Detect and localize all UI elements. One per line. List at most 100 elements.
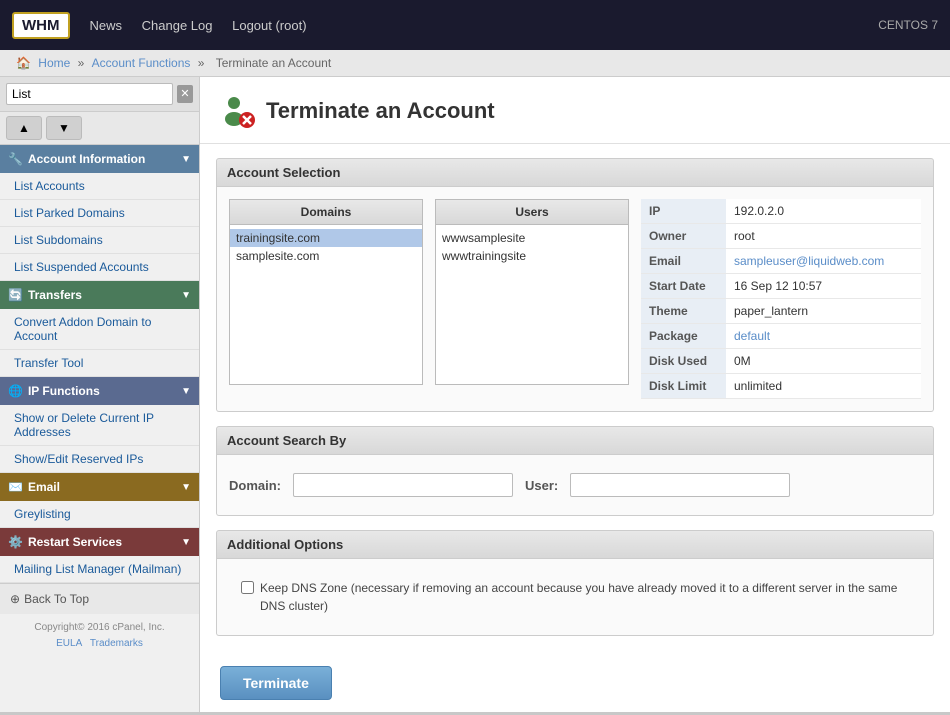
info-row-ip: IP 192.0.2.0	[641, 199, 921, 224]
domain-item-1[interactable]: samplesite.com	[230, 247, 422, 265]
info-value-theme: paper_lantern	[726, 299, 921, 324]
sidebar-section-ip-functions[interactable]: 🌐IP Functions ▼	[0, 377, 199, 405]
breadcrumb: 🏠 Home » Account Functions » Terminate a…	[0, 50, 950, 77]
transfers-arrow: ▼	[181, 290, 191, 301]
back-to-top-button[interactable]: ⊕ Back To Top	[10, 592, 189, 606]
sidebar-nav-arrows: ▲ ▼	[0, 112, 199, 145]
info-value-ip: 192.0.2.0	[726, 199, 921, 224]
sidebar-section-restart[interactable]: ⚙️Restart Services ▼	[0, 528, 199, 556]
sidebar-item-list-parked-domains[interactable]: List Parked Domains	[0, 200, 199, 227]
info-value-startdate: 16 Sep 12 10:57	[726, 274, 921, 299]
sidebar-search-input[interactable]	[6, 83, 173, 105]
sidebar-item-mailman[interactable]: Mailing List Manager (Mailman)	[0, 556, 199, 583]
info-label-startdate: Start Date	[641, 274, 726, 299]
info-value-email: sampleuser@liquidweb.com	[726, 249, 921, 274]
dns-zone-checkbox[interactable]	[241, 581, 254, 594]
top-bar: WHM News Change Log Logout (root) CENTOS…	[0, 0, 950, 50]
account-selection-body: Domains trainingsite.com samplesite.com …	[216, 187, 934, 412]
sidebar-item-list-subdomains[interactable]: List Subdomains	[0, 227, 199, 254]
info-row-startdate: Start Date 16 Sep 12 10:57	[641, 274, 921, 299]
sidebar-item-show-delete-ip[interactable]: Show or Delete Current IP Addresses	[0, 405, 199, 446]
info-label-owner: Owner	[641, 224, 726, 249]
account-selection-grid: Domains trainingsite.com samplesite.com …	[229, 199, 921, 399]
terminate-button[interactable]: Terminate	[220, 666, 332, 700]
domain-item-0[interactable]: trainingsite.com	[230, 229, 422, 247]
page-title-bar: Terminate an Account	[200, 77, 950, 144]
domain-search-label: Domain:	[229, 478, 281, 493]
account-search-section: Account Search By Domain: User:	[216, 426, 934, 516]
sidebar-search-clear-button[interactable]: ✕	[177, 85, 193, 103]
dns-zone-label[interactable]: Keep DNS Zone (necessary if removing an …	[241, 579, 909, 615]
info-value-package: default	[726, 324, 921, 349]
os-label: CENTOS 7	[878, 18, 938, 32]
search-form: Domain: User:	[229, 467, 921, 503]
info-label-email: Email	[641, 249, 726, 274]
user-item-0[interactable]: wwwsamplesite	[436, 229, 628, 247]
users-listbox[interactable]: wwwsamplesite wwwtrainingsite	[435, 225, 629, 385]
account-selection-section: Account Selection Domains trainingsite.c…	[216, 158, 934, 412]
info-value-diskused: 0M	[726, 349, 921, 374]
info-row-diskused: Disk Used 0M	[641, 349, 921, 374]
terminate-btn-area: Terminate	[200, 650, 950, 712]
additional-options-header: Additional Options	[216, 530, 934, 559]
sidebar-section-transfers[interactable]: 🔄Transfers ▼	[0, 281, 199, 309]
package-link[interactable]: default	[734, 329, 770, 343]
breadcrumb-sep1: »	[78, 56, 88, 70]
sidebar-section-account-information[interactable]: 🔧Account Information ▼	[0, 145, 199, 173]
sidebar-item-list-accounts[interactable]: List Accounts	[0, 173, 199, 200]
info-label-diskused: Disk Used	[641, 349, 726, 374]
info-row-owner: Owner root	[641, 224, 921, 249]
user-search-input[interactable]	[570, 473, 790, 497]
info-value-owner: root	[726, 224, 921, 249]
info-label-ip: IP	[641, 199, 726, 224]
main-layout: ✕ ▲ ▼ 🔧Account Information ▼ List Accoun…	[0, 77, 950, 712]
domains-col: Domains trainingsite.com samplesite.com	[229, 199, 423, 399]
sidebar-section-email[interactable]: ✉️Email ▼	[0, 473, 199, 501]
info-label-theme: Theme	[641, 299, 726, 324]
breadcrumb-section[interactable]: Account Functions	[92, 56, 191, 70]
user-item-1[interactable]: wwwtrainingsite	[436, 247, 628, 265]
trademarks-link[interactable]: Trademarks	[90, 638, 143, 649]
page-title: Terminate an Account	[266, 98, 495, 124]
additional-options-section: Additional Options Keep DNS Zone (necess…	[216, 530, 934, 636]
account-search-header: Account Search By	[216, 426, 934, 455]
restart-icon: ⚙️	[8, 535, 23, 549]
nav-changelog[interactable]: Change Log	[142, 18, 213, 33]
domains-col-header: Domains	[229, 199, 423, 225]
top-bar-nav: News Change Log Logout (root)	[86, 18, 307, 33]
breadcrumb-home[interactable]: Home	[38, 56, 70, 70]
users-col: Users wwwsamplesite wwwtrainingsite	[435, 199, 629, 399]
domains-listbox[interactable]: trainingsite.com samplesite.com	[229, 225, 423, 385]
restart-arrow: ▼	[181, 537, 191, 548]
sidebar-item-reserved-ips[interactable]: Show/Edit Reserved IPs	[0, 446, 199, 473]
nav-prev-button[interactable]: ▲	[6, 116, 42, 140]
whm-logo: WHM	[12, 12, 70, 39]
sidebar-item-greylisting[interactable]: Greylisting	[0, 501, 199, 528]
account-info-icon: 🔧	[8, 152, 23, 166]
nav-news[interactable]: News	[90, 18, 123, 33]
ip-functions-icon: 🌐	[8, 384, 23, 398]
sidebar-search-bar: ✕	[0, 77, 199, 112]
email-link[interactable]: sampleuser@liquidweb.com	[734, 254, 884, 268]
eula-link[interactable]: EULA	[56, 638, 82, 649]
sidebar: ✕ ▲ ▼ 🔧Account Information ▼ List Accoun…	[0, 77, 200, 712]
account-info-panel: IP 192.0.2.0 Owner root Email sampleuser…	[641, 199, 921, 399]
info-row-disklimit: Disk Limit unlimited	[641, 374, 921, 399]
sidebar-item-convert-addon[interactable]: Convert Addon Domain to Account	[0, 309, 199, 350]
content-panel: Terminate an Account Account Selection D…	[200, 77, 950, 712]
ip-functions-arrow: ▼	[181, 386, 191, 397]
main-content: Terminate an Account Account Selection D…	[200, 77, 950, 712]
sidebar-copyright: Copyright© 2016 cPanel, Inc. EULA Tradem…	[0, 614, 199, 658]
home-icon: 🏠	[16, 56, 31, 70]
sidebar-item-list-suspended-accounts[interactable]: List Suspended Accounts	[0, 254, 199, 281]
additional-options-content: Keep DNS Zone (necessary if removing an …	[229, 571, 921, 623]
domain-search-input[interactable]	[293, 473, 513, 497]
transfers-icon: 🔄	[8, 288, 23, 302]
email-arrow: ▼	[181, 482, 191, 493]
nav-next-button[interactable]: ▼	[46, 116, 82, 140]
sidebar-item-transfer-tool[interactable]: Transfer Tool	[0, 350, 199, 377]
nav-logout[interactable]: Logout (root)	[232, 18, 306, 33]
account-info-table: IP 192.0.2.0 Owner root Email sampleuser…	[641, 199, 921, 399]
sidebar-bottom: ⊕ Back To Top	[0, 583, 199, 614]
account-search-body: Domain: User:	[216, 455, 934, 516]
